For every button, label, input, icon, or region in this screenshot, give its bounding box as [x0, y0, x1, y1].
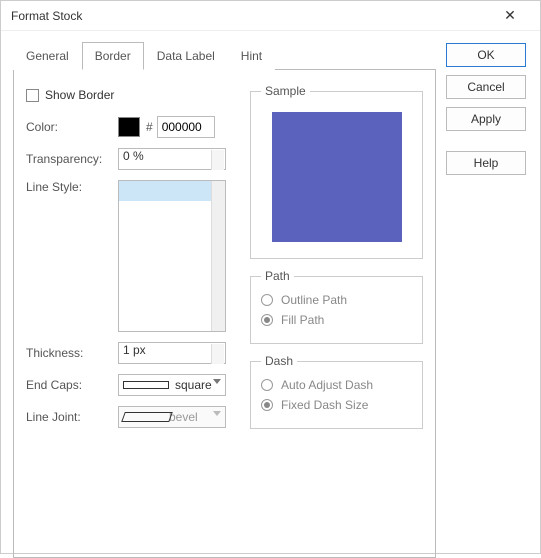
help-button[interactable]: Help	[446, 151, 526, 175]
path-fieldset: Path Outline Path Fill Path	[250, 269, 423, 344]
sample-preview	[272, 112, 402, 242]
chevron-down-icon	[213, 379, 221, 384]
border-controls: Show Border Color: # Transparency: 0 %	[26, 84, 236, 543]
path-fill-row[interactable]: Fill Path	[261, 313, 412, 327]
thickness-label: Thickness:	[26, 346, 118, 360]
outline-path-label: Outline Path	[281, 293, 347, 307]
path-legend: Path	[261, 269, 294, 283]
linejoint-sample-icon	[123, 412, 169, 422]
tab-content-border: Show Border Color: # Transparency: 0 %	[13, 70, 436, 558]
thickness-spinner[interactable]: 1 px	[118, 342, 226, 364]
linejoint-row: Line Joint: bevel	[26, 406, 236, 428]
linestyle-row: Line Style:	[26, 180, 236, 332]
dash-legend: Dash	[261, 354, 297, 368]
color-row: Color: #	[26, 116, 236, 138]
color-swatch[interactable]	[118, 117, 140, 137]
endcaps-combo[interactable]: square	[118, 374, 226, 396]
tab-general[interactable]: General	[13, 42, 82, 70]
dialog-window: Format Stock ✕ General Border Data Label…	[0, 0, 541, 554]
linestyle-label: Line Style:	[26, 180, 118, 194]
path-outline-row[interactable]: Outline Path	[261, 293, 412, 307]
cancel-button[interactable]: Cancel	[446, 75, 526, 99]
hash-symbol: #	[146, 120, 153, 134]
auto-dash-radio[interactable]	[261, 379, 273, 391]
auto-dash-label: Auto Adjust Dash	[281, 378, 373, 392]
endcaps-row: End Caps: square	[26, 374, 236, 396]
tab-hint[interactable]: Hint	[228, 42, 275, 70]
transparency-label: Transparency:	[26, 152, 118, 166]
transparency-value: 0 %	[123, 149, 144, 163]
thickness-row: Thickness: 1 px	[26, 342, 236, 364]
linejoint-label: Line Joint:	[26, 410, 118, 424]
show-border-label: Show Border	[45, 88, 114, 102]
sample-legend: Sample	[261, 84, 310, 98]
fill-path-radio[interactable]	[261, 314, 273, 326]
spacer	[446, 139, 528, 151]
dash-fieldset: Dash Auto Adjust Dash Fixed Dash Size	[250, 354, 423, 429]
endcaps-label: End Caps:	[26, 378, 118, 392]
linejoint-combo[interactable]: bevel	[118, 406, 226, 428]
apply-button[interactable]: Apply	[446, 107, 526, 131]
transparency-spinner[interactable]: 0 %	[118, 148, 226, 170]
dash-fixed-row[interactable]: Fixed Dash Size	[261, 398, 412, 412]
show-border-row: Show Border	[26, 84, 236, 106]
linestyle-selected-item[interactable]	[119, 181, 225, 201]
endcaps-sample-icon	[123, 381, 169, 389]
tab-bar: General Border Data Label Hint	[13, 41, 436, 70]
tab-border[interactable]: Border	[82, 42, 144, 70]
dialog-body: General Border Data Label Hint Show Bord…	[1, 31, 540, 553]
preview-column: Sample Path Outline Path Fill Path	[250, 84, 423, 543]
window-title: Format Stock	[11, 9, 490, 23]
sample-fieldset: Sample	[250, 84, 423, 259]
listbox-scrollbar[interactable]	[211, 181, 225, 331]
ok-button[interactable]: OK	[446, 43, 526, 67]
fixed-dash-label: Fixed Dash Size	[281, 398, 368, 412]
linestyle-listbox[interactable]	[118, 180, 226, 332]
fixed-dash-radio[interactable]	[261, 399, 273, 411]
button-column: OK Cancel Apply Help	[446, 41, 528, 543]
color-label: Color:	[26, 120, 118, 134]
fill-path-label: Fill Path	[281, 313, 324, 327]
close-icon[interactable]: ✕	[490, 7, 530, 24]
tab-data-label[interactable]: Data Label	[144, 42, 228, 70]
dash-auto-row[interactable]: Auto Adjust Dash	[261, 378, 412, 392]
color-hex-input[interactable]	[157, 116, 215, 138]
thickness-value: 1 px	[123, 343, 146, 357]
show-border-checkbox[interactable]	[26, 89, 39, 102]
chevron-down-icon	[213, 411, 221, 416]
main-panel: General Border Data Label Hint Show Bord…	[13, 41, 436, 543]
transparency-row: Transparency: 0 %	[26, 148, 236, 170]
titlebar: Format Stock ✕	[1, 1, 540, 31]
endcaps-value: square	[175, 378, 212, 392]
linejoint-value: bevel	[169, 410, 198, 424]
outline-path-radio[interactable]	[261, 294, 273, 306]
